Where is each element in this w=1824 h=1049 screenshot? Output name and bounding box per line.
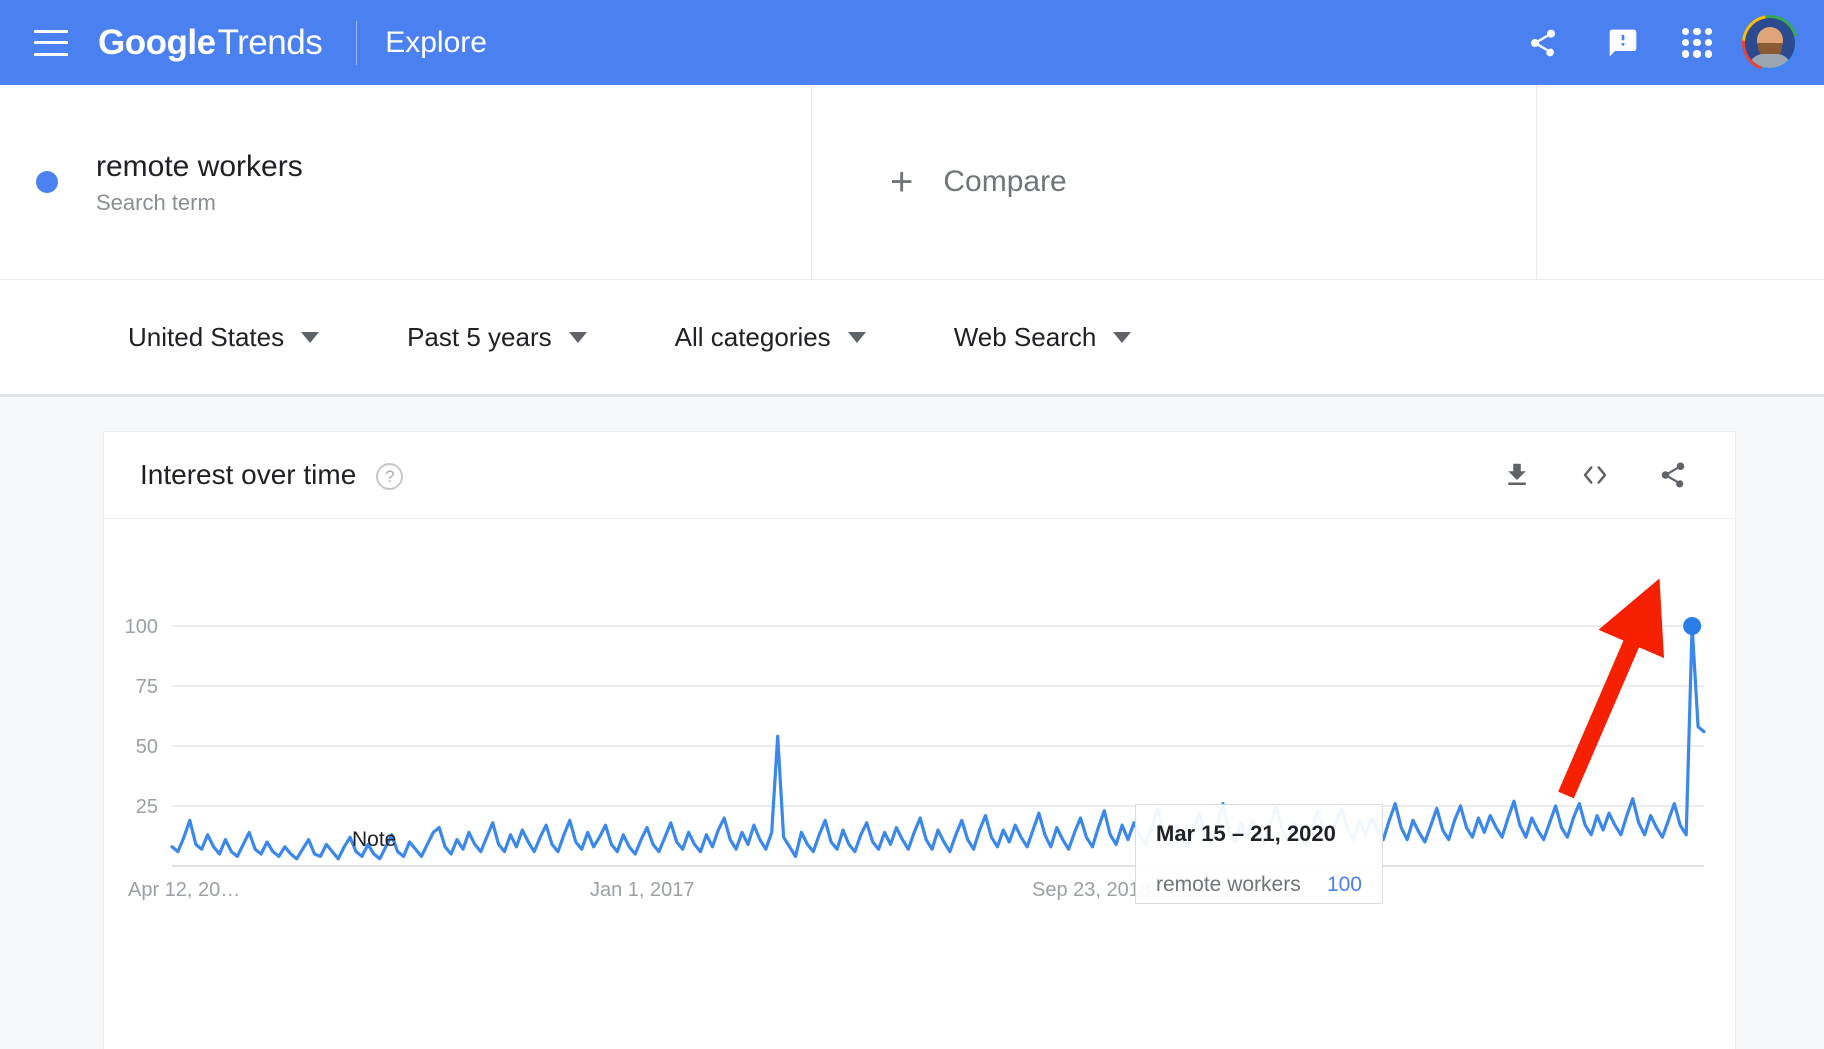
filter-time-range-label: Past 5 years (407, 322, 552, 353)
apps-dot (1682, 50, 1689, 57)
help-icon[interactable]: ? (376, 463, 403, 490)
page-title: Interest over time (140, 459, 356, 491)
filter-search-type-label: Web Search (954, 322, 1097, 353)
apps-dot (1682, 28, 1689, 35)
apps-dot (1705, 50, 1712, 57)
search-term-texts: remote workers Search term (96, 148, 303, 216)
search-term-title: remote workers (96, 148, 303, 186)
apps-grid-icon[interactable] (1682, 28, 1712, 58)
note-annotation: Note (352, 828, 396, 851)
hamburger-menu-icon[interactable] (34, 30, 68, 56)
series-color-dot (36, 171, 58, 193)
chart-tooltip: Mar 15 – 21, 2020 remote workers 100 (1135, 804, 1383, 904)
compare-label: Compare (943, 165, 1066, 199)
brand-trends: Trends (216, 23, 323, 63)
chart-x-axis-labels: Apr 12, 20… Jan 1, 2017 Sep 23, 2018 (128, 879, 1151, 901)
y-axis-tick-label: 100 (125, 616, 158, 638)
nav-explore[interactable]: Explore (385, 26, 487, 60)
x-axis-tick-label: Apr 12, 20… (128, 879, 240, 901)
avatar-body (1749, 54, 1791, 68)
search-term-subtitle: Search term (96, 190, 303, 216)
avatar-image (1745, 18, 1795, 68)
filter-time-range[interactable]: Past 5 years (407, 322, 587, 353)
avatar[interactable] (1742, 15, 1798, 71)
hamburger-bar (34, 53, 68, 56)
brand-google: Google (98, 23, 216, 63)
apps-dot (1693, 39, 1700, 46)
chart-highlight-point (1683, 617, 1701, 635)
apps-dot (1693, 50, 1700, 57)
filter-region-label: United States (128, 322, 284, 353)
hamburger-bar (34, 30, 68, 33)
interest-over-time-chart[interactable]: 25 50 75 100 Apr 12, 20… Jan 1, 2017 Sep 23, … (104, 519, 1735, 1049)
main-content: Interest over time ? (0, 397, 1824, 1049)
plus-icon: + (890, 162, 913, 202)
embed-code-icon[interactable] (1573, 453, 1617, 497)
tooltip-row: remote workers 100 (1156, 873, 1362, 897)
tooltip-value: 100 (1327, 873, 1362, 897)
apps-dot (1682, 39, 1689, 46)
filter-category-label: All categories (675, 322, 831, 353)
filter-bar: United States Past 5 years All categorie… (0, 280, 1824, 397)
filter-region[interactable]: United States (128, 322, 319, 353)
apps-dot (1705, 28, 1712, 35)
interest-over-time-card: Interest over time ? (103, 431, 1736, 1049)
app-header: Google Trends Explore (0, 0, 1824, 85)
apps-dot (1705, 39, 1712, 46)
chevron-down-icon (1113, 332, 1131, 343)
share-icon[interactable] (1520, 20, 1566, 66)
chart-body[interactable]: 25 50 75 100 Apr 12, 20… Jan 1, 2017 Sep 23, … (104, 519, 1735, 1049)
y-axis-tick-label: 25 (136, 796, 158, 818)
search-term-card[interactable]: remote workers Search term (0, 85, 812, 279)
header-divider (356, 21, 357, 65)
card-header: Interest over time ? (104, 432, 1735, 519)
filter-search-type[interactable]: Web Search (954, 322, 1132, 353)
hamburger-bar (34, 41, 68, 44)
filter-category[interactable]: All categories (675, 322, 866, 353)
compare-card[interactable]: + Compare (812, 85, 1537, 279)
y-axis-tick-label: 75 (136, 676, 158, 698)
chart-line-series (172, 626, 1704, 859)
chevron-down-icon (301, 332, 319, 343)
x-axis-tick-label: Jan 1, 2017 (590, 879, 695, 901)
chart-y-axis-labels: 25 50 75 100 (125, 616, 158, 818)
google-trends-logo[interactable]: Google Trends (98, 23, 322, 63)
x-axis-tick-label: Sep 23, 2018 (1032, 879, 1151, 901)
share-icon[interactable] (1651, 453, 1695, 497)
feedback-icon[interactable] (1600, 20, 1646, 66)
tooltip-term: remote workers (1156, 873, 1301, 897)
chevron-down-icon (569, 332, 587, 343)
y-axis-tick-label: 50 (136, 736, 158, 758)
download-icon[interactable] (1495, 453, 1539, 497)
chevron-down-icon (848, 332, 866, 343)
search-terms-row: remote workers Search term + Compare (0, 85, 1824, 280)
tooltip-date: Mar 15 – 21, 2020 (1156, 821, 1362, 847)
apps-dot (1693, 28, 1700, 35)
